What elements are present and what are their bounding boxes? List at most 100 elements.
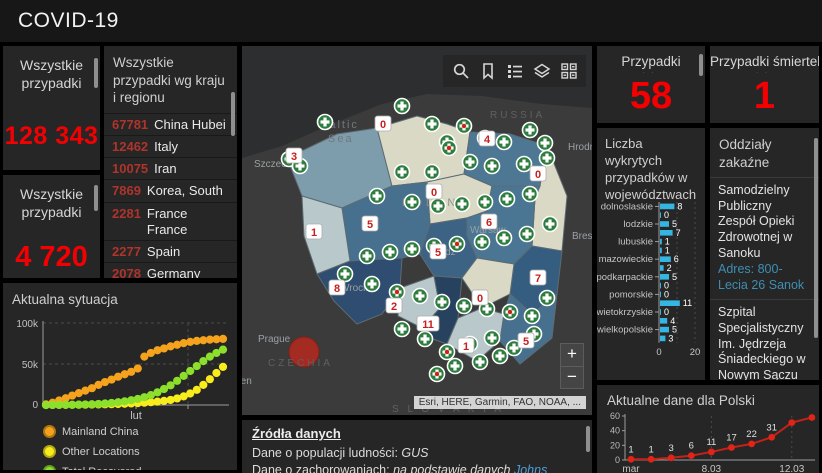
region-case-badge[interactable]: 5 [518, 333, 534, 348]
hospital-marker[interactable] [538, 136, 553, 151]
scrollbar[interactable] [586, 426, 590, 452]
region-case-badge[interactable]: 8 [329, 280, 345, 295]
scrollbar[interactable] [231, 92, 235, 136]
hospital-marker[interactable] [493, 349, 508, 364]
country-row[interactable]: 2078Germany [104, 262, 237, 278]
hospital-marker[interactable] [485, 331, 500, 346]
scrollbar[interactable] [94, 185, 98, 211]
hospital-marker[interactable] [442, 141, 457, 156]
hospital-marker[interactable] [390, 285, 405, 300]
svg-text:0: 0 [431, 187, 437, 199]
region-case-badge[interactable]: 0 [426, 184, 442, 199]
hospital-marker[interactable] [455, 197, 470, 212]
hospital-marker[interactable] [425, 165, 440, 180]
region-case-badge[interactable]: 5 [362, 216, 378, 231]
zoom-out-button[interactable]: − [560, 366, 584, 389]
layers-icon[interactable] [528, 57, 555, 85]
legend-label: Total Recovered [62, 466, 142, 471]
poland-chart-title: Aktualne dane dla Polski [597, 385, 819, 412]
hospital-marker[interactable] [431, 199, 446, 214]
country-row[interactable]: 2281France France [104, 202, 237, 241]
hospital-marker[interactable] [540, 291, 555, 306]
hospital-marker[interactable] [543, 217, 558, 232]
hospital-marker[interactable] [395, 99, 410, 114]
hospital-marker[interactable] [435, 295, 450, 310]
region-case-badge[interactable]: 5 [430, 244, 446, 259]
hospital-marker[interactable] [463, 155, 478, 170]
region-case-badge[interactable]: 1 [306, 224, 322, 239]
scrollbar[interactable] [814, 138, 818, 338]
hospital-marker[interactable] [523, 187, 538, 202]
bookmark-icon[interactable] [474, 57, 501, 85]
hospital-marker[interactable] [413, 289, 428, 304]
svg-text:7: 7 [535, 273, 541, 285]
hospital-marker[interactable] [540, 151, 555, 166]
region-case-badge[interactable]: 0 [375, 116, 391, 131]
hospital-marker[interactable] [370, 189, 385, 204]
svg-text:dolnoslaskie: dolnoslaskie [601, 201, 653, 212]
svg-text:31: 31 [766, 422, 777, 433]
hospital-marker[interactable] [478, 195, 493, 210]
hospital-marker[interactable] [475, 235, 490, 250]
ward-item[interactable]: Samodzielny Publiczny Zespół Opieki Zdro… [710, 177, 819, 299]
hospital-marker[interactable] [485, 159, 500, 174]
country-name: Italy [154, 139, 178, 155]
scrollbar[interactable] [699, 54, 703, 76]
hospital-marker[interactable] [473, 355, 488, 370]
hospital-marker[interactable] [525, 309, 540, 324]
legend-item[interactable]: Total Recovered [43, 465, 142, 470]
legend-icon[interactable] [501, 57, 528, 85]
country-row[interactable]: 7869Korea, South [104, 179, 237, 201]
hospital-marker[interactable] [500, 192, 515, 207]
hospital-marker[interactable] [360, 249, 375, 264]
hospital-marker[interactable] [457, 299, 472, 314]
hospital-marker[interactable] [497, 135, 512, 150]
hospital-marker[interactable] [457, 119, 472, 134]
region-case-badge[interactable]: 0 [530, 166, 546, 181]
hospital-marker[interactable] [440, 345, 455, 360]
situation-chart-title: Aktualna sytuacja [3, 283, 237, 315]
hospital-marker[interactable] [425, 117, 440, 132]
hospital-marker[interactable] [338, 267, 353, 282]
hospital-marker[interactable] [448, 359, 463, 374]
svg-text:12.03: 12.03 [779, 464, 804, 472]
ward-item[interactable]: Szpital Specjalistyczny Im. Jędrzeja Śni… [710, 299, 819, 380]
hospital-marker[interactable] [383, 245, 398, 260]
hospital-marker[interactable] [450, 237, 465, 252]
region-case-badge[interactable]: 11 [417, 316, 439, 331]
country-row[interactable]: 2277Spain [104, 240, 237, 262]
hospital-marker[interactable] [497, 231, 512, 246]
hospital-marker[interactable] [430, 367, 445, 382]
hospital-marker[interactable] [395, 322, 410, 337]
hospital-marker[interactable] [395, 165, 410, 180]
region-case-badge[interactable]: 7 [530, 270, 546, 285]
scrollbar[interactable] [94, 58, 98, 88]
country-row[interactable]: 12462Italy [104, 135, 237, 157]
region-case-badge[interactable]: 3 [286, 148, 302, 163]
hospital-marker[interactable] [503, 305, 518, 320]
hospital-marker[interactable] [523, 123, 538, 138]
hospital-marker[interactable] [405, 242, 420, 257]
svg-text:3: 3 [291, 151, 297, 163]
region-case-badge[interactable]: 6 [481, 214, 497, 229]
region-case-badge[interactable]: 1 [458, 338, 474, 353]
poland-map[interactable]: BalticSeaRUSSIAPOLANDCZECHIAPragueWarsaw… [242, 46, 592, 415]
country-row[interactable]: 10075Iran [104, 157, 237, 179]
hospital-marker[interactable] [318, 115, 333, 130]
zoom-in-button[interactable]: + [560, 343, 584, 366]
hospital-marker[interactable] [520, 227, 535, 242]
legend-item[interactable]: Other Locations [43, 445, 140, 458]
region-case-badge[interactable]: 2 [386, 298, 402, 313]
country-row[interactable]: 67781China Hubei [104, 113, 237, 135]
hospital-marker[interactable] [517, 157, 532, 172]
hospital-marker[interactable] [405, 195, 420, 210]
basemap-icon[interactable] [555, 57, 582, 85]
search-icon[interactable] [447, 57, 474, 85]
hospital-marker[interactable] [418, 332, 433, 347]
legend-item[interactable]: Mainland China [43, 425, 138, 438]
region-case-badge[interactable]: 4 [479, 131, 495, 146]
svg-text:1: 1 [648, 444, 653, 455]
hospital-marker[interactable] [365, 277, 380, 292]
svg-text:20: 20 [610, 440, 620, 450]
region-case-badge[interactable]: 0 [472, 290, 488, 305]
